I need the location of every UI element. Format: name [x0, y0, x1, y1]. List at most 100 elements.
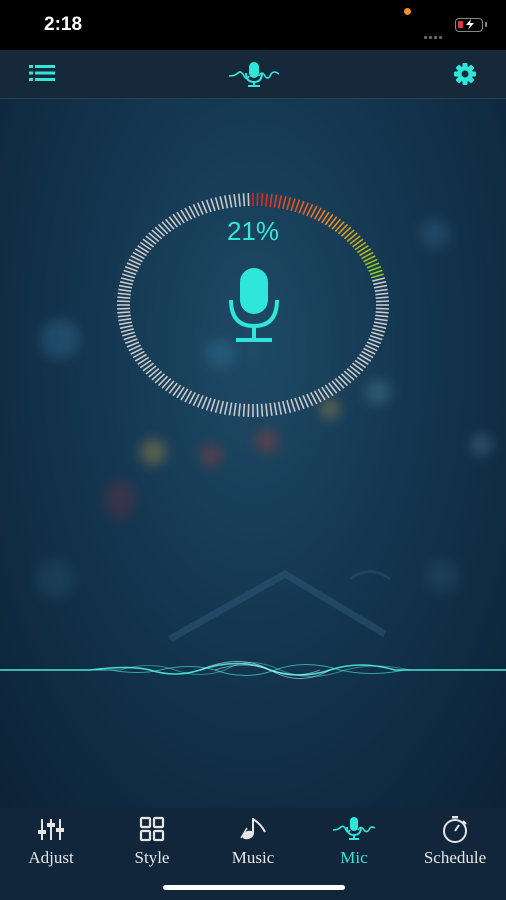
meter-tick	[375, 292, 389, 296]
meter-tick	[122, 273, 135, 279]
meter-tick	[117, 296, 131, 299]
meter-tick	[294, 199, 301, 213]
meter-tick	[290, 198, 296, 212]
meter-tick	[233, 193, 237, 208]
meter-tick	[214, 197, 220, 211]
sliders-icon	[1, 816, 101, 844]
meter-tick	[302, 202, 310, 215]
meter-tick	[374, 288, 388, 293]
meter-tick	[237, 403, 241, 417]
meter-tick	[372, 328, 386, 333]
meter-tick	[273, 194, 278, 208]
meter-tick	[201, 200, 208, 214]
meter-tick	[118, 288, 132, 293]
mic-wave-icon	[304, 816, 404, 844]
meter-tick	[375, 296, 389, 299]
music-note-icon	[203, 816, 303, 844]
meter-tick	[201, 396, 208, 410]
meter-tick	[117, 292, 131, 296]
meter-tick	[210, 398, 216, 412]
battery-icon	[455, 18, 487, 32]
meter-tick	[277, 401, 283, 415]
meter-tick	[373, 280, 387, 286]
meter-tick	[265, 193, 269, 207]
tab-music[interactable]: Music	[203, 816, 303, 868]
tab-mic[interactable]: Mic	[304, 816, 404, 868]
meter-tick	[119, 280, 133, 286]
meter-tick	[369, 269, 383, 276]
meter-tick	[210, 198, 216, 212]
meter-tick	[118, 317, 132, 322]
meter-tick	[242, 193, 246, 207]
meter-tick	[118, 321, 133, 326]
meter-tick	[223, 401, 229, 415]
meter-tick	[260, 193, 264, 207]
meter-tick	[219, 196, 225, 210]
meter-tick	[269, 193, 273, 208]
meter-tick	[120, 328, 134, 333]
meter-tick	[290, 398, 296, 412]
tab-style[interactable]: Style	[102, 816, 202, 868]
meter-tick	[286, 399, 292, 413]
meter-tick	[273, 402, 278, 416]
tab-label: Style	[134, 848, 170, 867]
meter-tick	[373, 284, 388, 289]
meter-tick	[371, 273, 384, 279]
meter-tick	[228, 402, 233, 416]
mic-icon[interactable]	[226, 266, 282, 351]
status-time: 2:18	[44, 14, 83, 35]
app-header	[0, 50, 506, 99]
home-indicator	[163, 885, 345, 890]
meter-tick	[374, 317, 388, 322]
status-bar: 2:18	[0, 0, 506, 50]
tab-adjust[interactable]: Adjust	[1, 816, 101, 868]
meter-tick	[373, 321, 388, 326]
meter-tick	[369, 334, 383, 341]
meter-tick	[294, 397, 301, 411]
meter-tick	[277, 195, 283, 209]
meter-tick	[205, 199, 212, 213]
tab-label: Schedule	[423, 848, 487, 867]
meter-tick	[302, 395, 310, 408]
audio-waveform	[0, 661, 506, 679]
tab-label: Adjust	[28, 848, 74, 867]
meter-tick	[122, 331, 135, 337]
meter-tick	[196, 202, 204, 215]
meter-tick	[117, 314, 131, 318]
meter-tick	[372, 277, 386, 282]
meter-tick	[375, 311, 389, 314]
grid-icon	[102, 816, 202, 844]
meter-tick	[205, 397, 212, 411]
level-percent: 21%	[226, 216, 280, 246]
meter-tick	[119, 324, 133, 330]
meter-tick	[281, 196, 287, 210]
meter-tick	[214, 399, 220, 413]
meter-tick	[265, 403, 269, 417]
meter-tick	[260, 403, 264, 417]
meter-tick	[375, 314, 389, 318]
meter-tick	[298, 396, 305, 410]
meter-tick	[298, 200, 305, 214]
meter-tick	[117, 311, 131, 314]
meter-tick	[269, 402, 273, 417]
meter-tick	[123, 334, 137, 341]
meter-tick	[196, 395, 204, 408]
meter-tick	[242, 403, 246, 417]
timer-icon	[405, 816, 505, 844]
gear-icon[interactable]	[453, 62, 477, 91]
meter-tick	[286, 197, 292, 211]
meter-tick	[371, 331, 384, 337]
meter-tick	[120, 277, 134, 282]
meter-tick	[123, 269, 137, 276]
privacy-indicator	[404, 8, 411, 15]
signal-icon	[424, 26, 444, 44]
tab-schedule[interactable]: Schedule	[405, 816, 505, 868]
meter-tick	[237, 193, 241, 207]
meter-tick	[228, 194, 233, 208]
mic-wave-icon	[228, 60, 280, 93]
meter-tick	[223, 195, 229, 209]
meter-tick	[219, 400, 225, 414]
meter-tick	[281, 400, 287, 414]
list-icon[interactable]	[29, 63, 56, 88]
tab-label: Mic	[340, 848, 368, 867]
